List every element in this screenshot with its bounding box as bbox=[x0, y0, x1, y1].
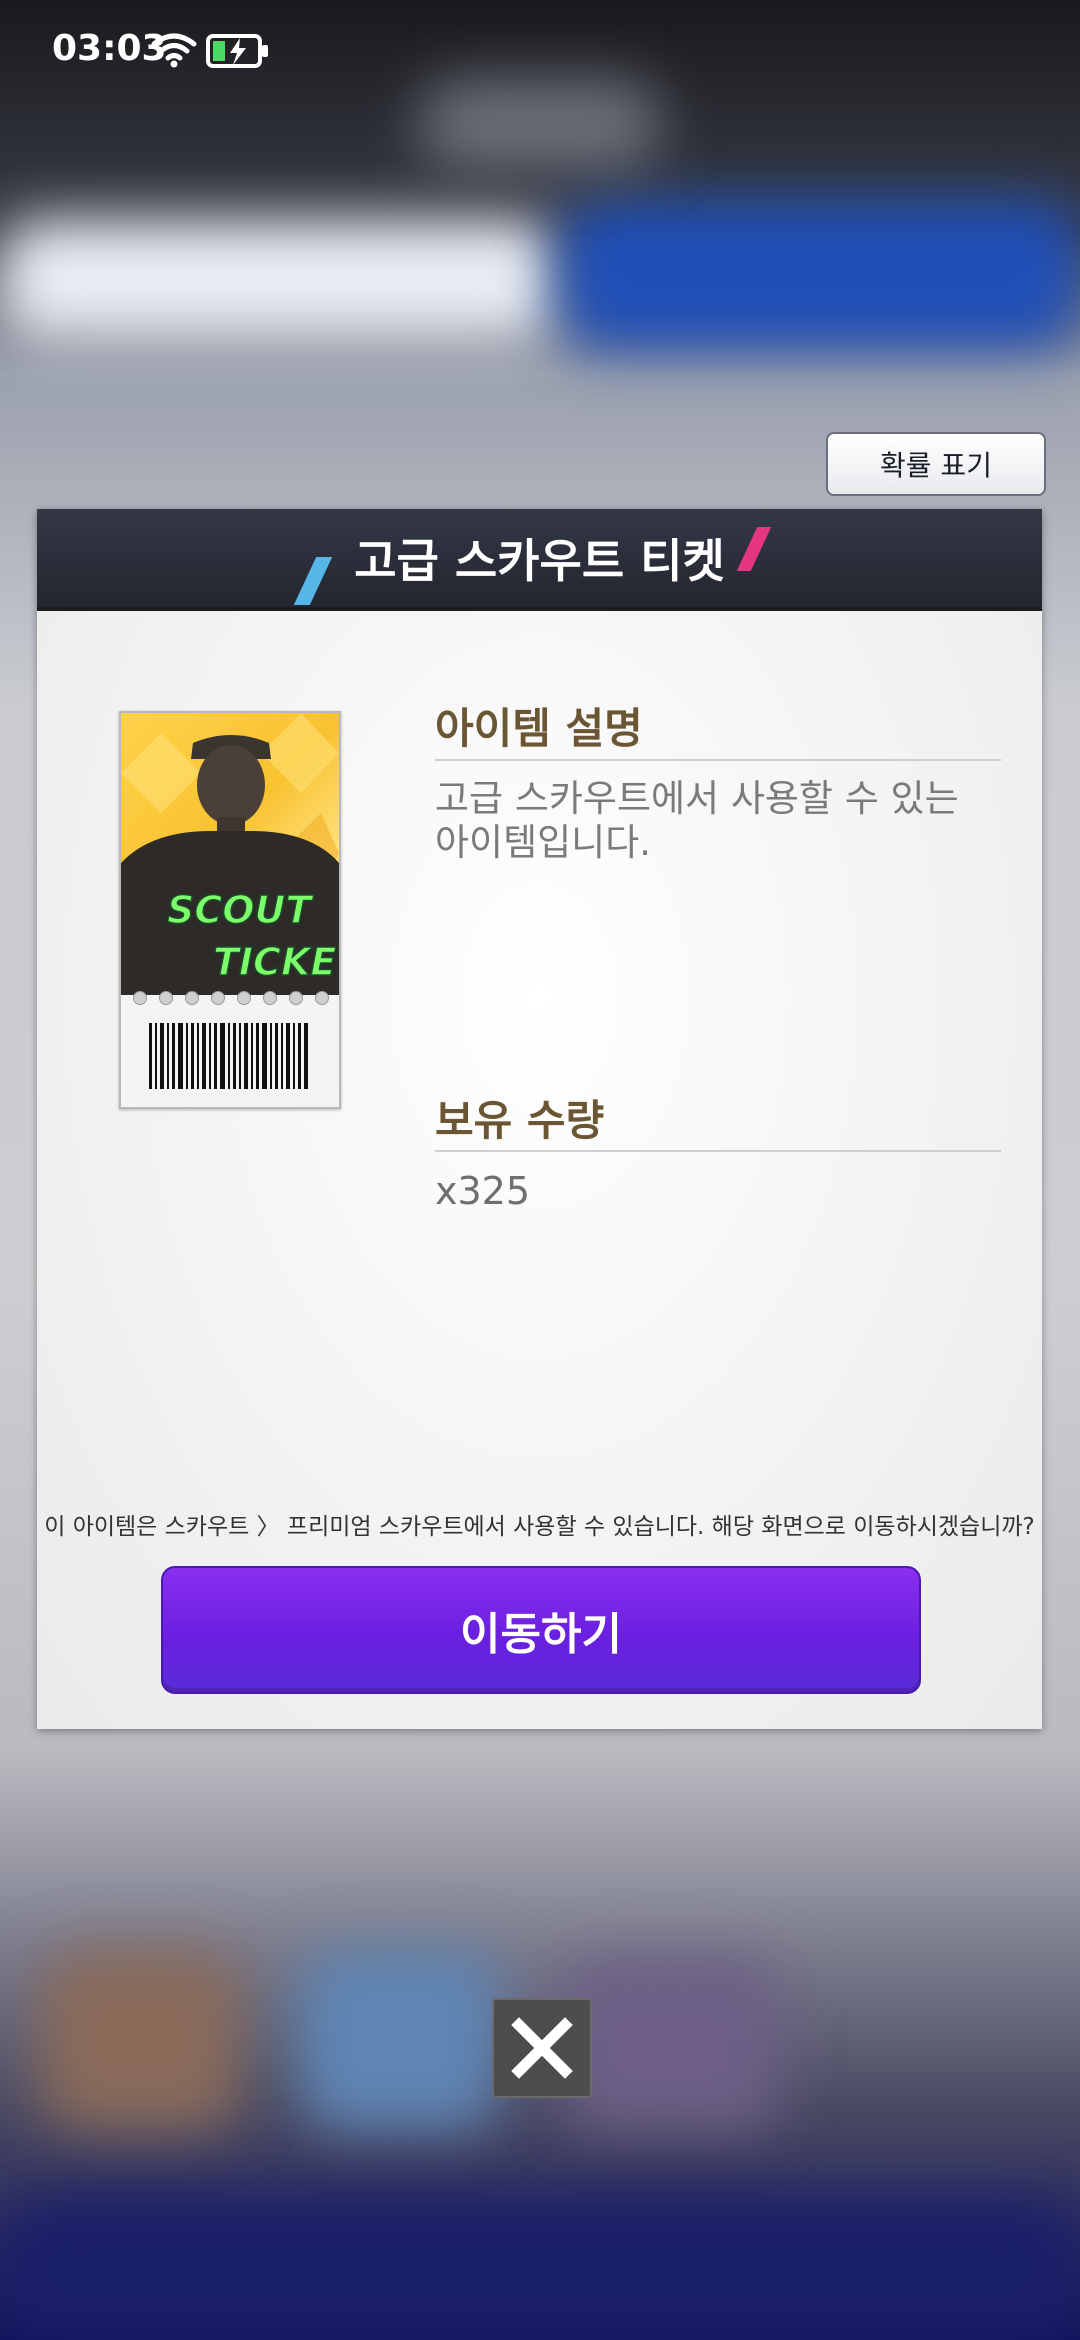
item-info-dialog: 고급 스카우트 티켓 SCOUT TICKET bbox=[37, 509, 1042, 1729]
quantity-value: x325 bbox=[435, 1169, 531, 1213]
ticket-art: SCOUT TICKET bbox=[121, 713, 339, 995]
barcode-icon bbox=[149, 1023, 308, 1089]
description-heading: 아이템 설명 bbox=[435, 704, 643, 753]
ticket-art-line2: TICKET bbox=[213, 940, 339, 984]
description-divider bbox=[435, 759, 1001, 761]
close-button[interactable] bbox=[492, 1998, 592, 2098]
status-bar: 03:03 bbox=[0, 0, 1080, 100]
probability-display-button[interactable]: 확률 표기 bbox=[826, 432, 1046, 496]
dialog-header: 고급 스카우트 티켓 bbox=[37, 509, 1042, 611]
scout-ticket-image: SCOUT TICKET bbox=[119, 711, 341, 1109]
quantity-heading: 보유 수량 bbox=[435, 1096, 605, 1145]
dialog-title: 고급 스카우트 티켓 bbox=[354, 534, 725, 588]
close-icon bbox=[511, 2017, 573, 2079]
ticket-perforation bbox=[133, 991, 329, 1005]
navigation-notice: 이 아이템은 스카우트 〉 프리미엄 스카우트에서 사용할 수 있습니다. 해당… bbox=[44, 1514, 1035, 1540]
battery-charging-icon bbox=[206, 32, 270, 70]
ticket-art-line1: SCOUT bbox=[167, 888, 314, 932]
quantity-divider bbox=[435, 1150, 1001, 1152]
description-text: 고급 스카우트에서 사용할 수 있는 아이템입니다. bbox=[435, 777, 959, 864]
move-button[interactable]: 이동하기 bbox=[161, 1566, 921, 1694]
wifi-icon bbox=[150, 32, 198, 68]
